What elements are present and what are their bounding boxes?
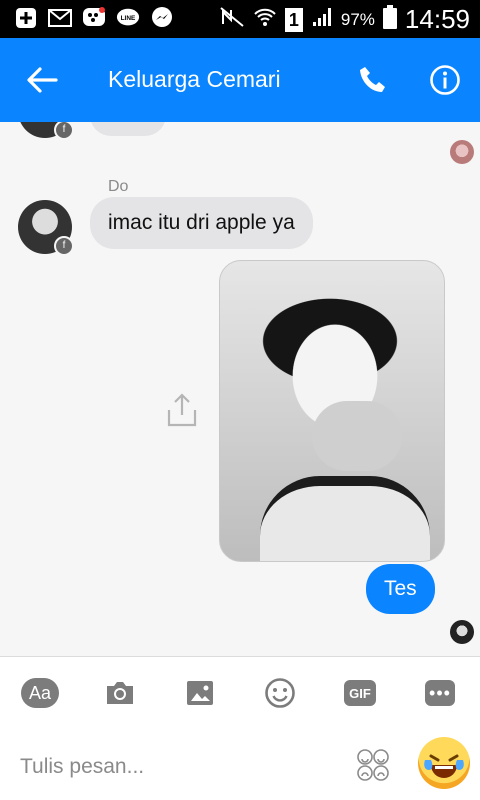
status-right-icons: 1 97% 14:59 [219, 4, 470, 35]
status-bar: LINE 1 97% 14:59 [0, 0, 480, 38]
nfc-icon [219, 6, 245, 33]
gif-icon: GIF [344, 680, 376, 706]
message-image[interactable] [219, 260, 445, 562]
line-icon: LINE [116, 6, 140, 30]
more-icon: ••• [425, 680, 455, 706]
sender-name: Do [108, 178, 129, 195]
messenger-icon [150, 6, 174, 30]
plus-icon [14, 6, 38, 30]
message-bubble-outgoing[interactable]: Tes [366, 564, 435, 614]
camera-icon [107, 682, 133, 704]
avatar[interactable]: f [18, 200, 74, 256]
text-format-button[interactable]: Aa [20, 677, 60, 709]
back-arrow-icon[interactable] [24, 66, 60, 94]
message-input[interactable] [18, 749, 342, 785]
messenger-badge-icon: f [54, 236, 74, 256]
battery-percent: 97% [340, 9, 375, 29]
message-bubble-incoming[interactable] [90, 122, 166, 136]
emoji-button[interactable] [260, 677, 300, 709]
seen-avatar [450, 140, 474, 164]
info-icon[interactable] [429, 64, 461, 96]
smiley-icon [265, 678, 295, 708]
phone-icon[interactable] [357, 64, 389, 96]
sim-indicator: 1 [284, 7, 303, 32]
more-button[interactable]: ••• [420, 677, 460, 709]
svg-text:LINE: LINE [121, 15, 136, 22]
clock: 14:59 [404, 4, 470, 34]
conversation-title[interactable]: Keluarga Cemari [108, 66, 281, 93]
camera-button[interactable] [100, 677, 140, 709]
composer-toolbar: Aa GIF ••• [0, 657, 480, 727]
battery-icon [382, 5, 397, 34]
gif-button[interactable]: GIF [340, 677, 380, 709]
conversation-header: Keluarga Cemari [0, 38, 480, 122]
seen-avatar [450, 620, 474, 644]
image-content [260, 476, 430, 561]
avatar[interactable]: f [18, 122, 74, 140]
composer [0, 727, 480, 800]
image-icon [187, 681, 213, 705]
image-content [312, 401, 402, 471]
message-list[interactable]: f Do f imac itu dri apple ya Tes [0, 122, 480, 656]
aa-icon: Aa [21, 678, 59, 708]
message-bubble-incoming[interactable]: imac itu dri apple ya [90, 197, 313, 249]
signal-icon [311, 6, 333, 33]
share-icon[interactable] [166, 392, 198, 428]
status-left-icons: LINE [14, 6, 174, 30]
sticker-icon[interactable] [355, 747, 391, 783]
wifi-icon [253, 6, 277, 33]
messenger-badge-icon: f [54, 122, 74, 140]
laughing-emoji-icon[interactable] [418, 737, 470, 789]
mail-icon [48, 6, 72, 30]
bbm-icon [82, 6, 106, 30]
gallery-button[interactable] [180, 677, 220, 709]
